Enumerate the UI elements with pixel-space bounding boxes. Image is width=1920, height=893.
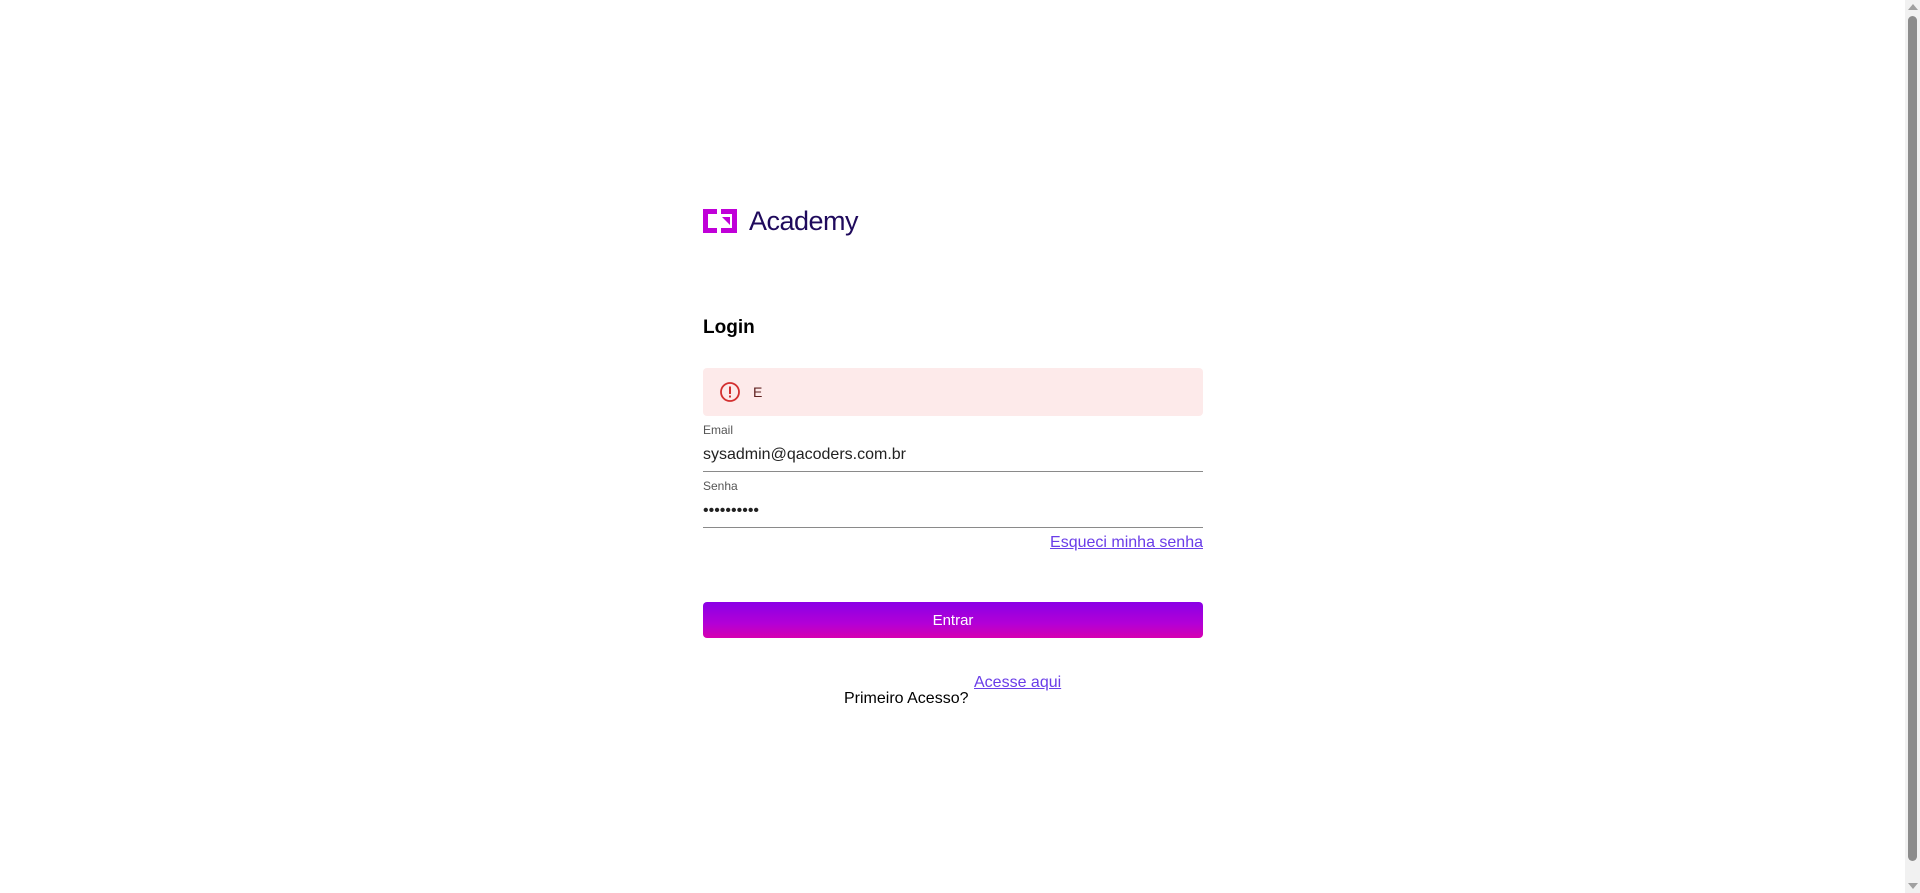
brand-logo: Academy <box>703 204 1203 238</box>
login-card: Academy Login E Email Senha Esqueci minh… <box>703 204 1203 707</box>
login-page: Academy Login E Email Senha Esqueci minh… <box>0 0 1920 893</box>
error-circle-icon <box>720 382 740 402</box>
error-alert: E <box>703 368 1203 416</box>
first-access-text: Primeiro Acesso? <box>844 690 969 707</box>
password-field-group: Senha <box>703 478 1203 528</box>
email-input[interactable] <box>703 438 1203 472</box>
first-access-section: Primeiro Acesso? Acesse aqui <box>703 674 1203 714</box>
brand-name: Academy <box>749 206 859 236</box>
page-title: Login <box>703 317 755 338</box>
academy-logo-icon <box>703 209 737 233</box>
email-field-group: Email <box>703 422 1203 472</box>
email-label: Email <box>703 423 734 437</box>
login-button[interactable]: Entrar <box>703 602 1203 638</box>
error-message: E <box>753 384 763 400</box>
forgot-password-link[interactable]: Esqueci minha senha <box>1050 534 1203 552</box>
scrollbar-thumb[interactable] <box>1908 16 1917 861</box>
password-input[interactable] <box>703 494 1203 528</box>
scroll-down-arrow-icon[interactable] <box>1908 883 1918 889</box>
scroll-up-arrow-icon[interactable] <box>1908 4 1918 10</box>
first-access-link[interactable]: Acesse aqui <box>974 674 1061 692</box>
password-label: Senha <box>703 479 738 493</box>
vertical-scrollbar[interactable] <box>1905 0 1920 893</box>
